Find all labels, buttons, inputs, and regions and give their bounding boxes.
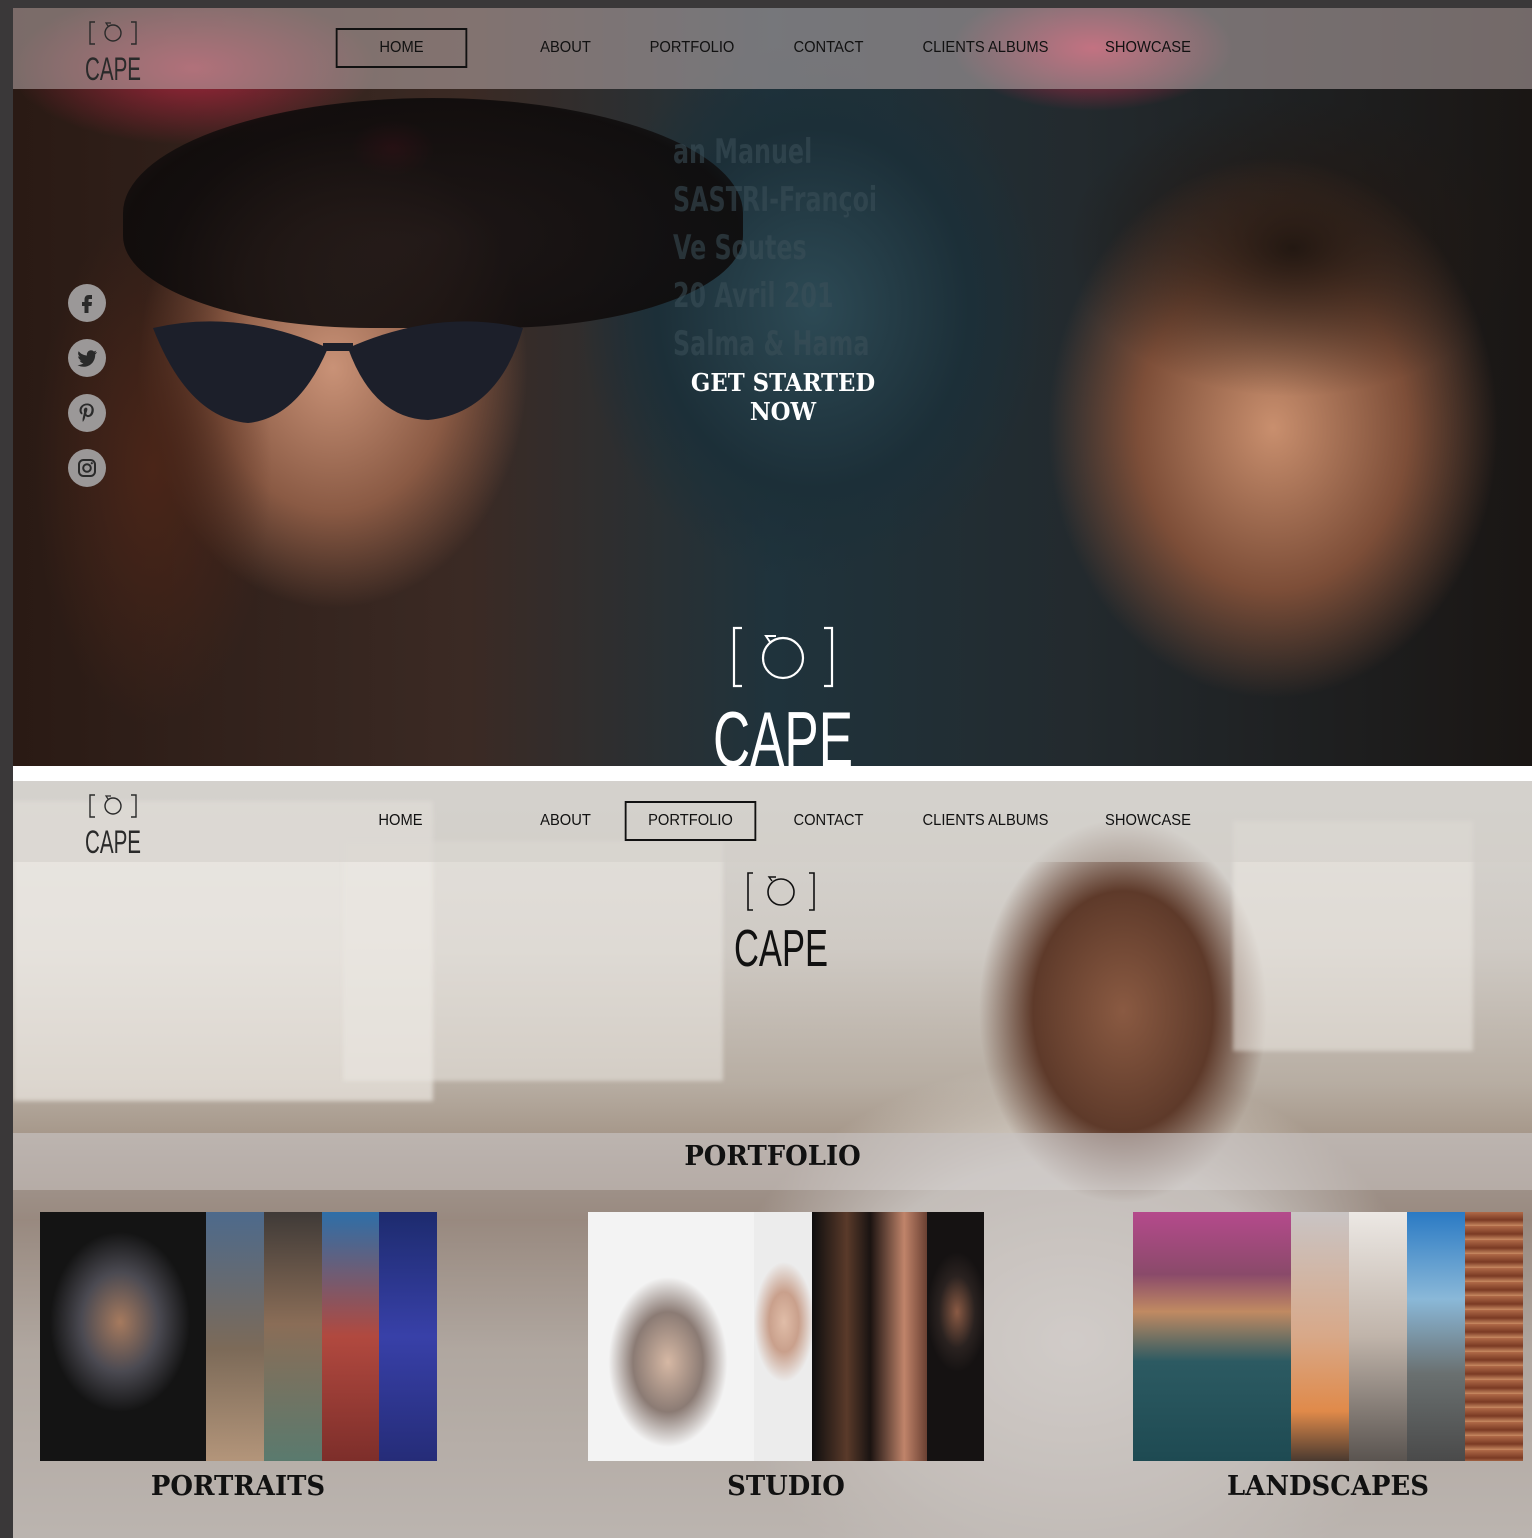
studio-card[interactable] [588,1212,984,1461]
studio-photo [927,1212,984,1461]
pinterest-icon[interactable] [68,394,106,432]
nav-home[interactable]: HOME [366,801,435,841]
nav-showcase[interactable]: SHOWCASE [1102,28,1194,68]
portrait-photo [40,1212,206,1461]
nav-contact[interactable]: CONTACT [785,28,872,68]
get-started-button[interactable]: GET STARTED NOW [660,368,907,426]
nav-portfolio[interactable]: PORTFOLIO [624,801,757,841]
portfolio-section: CAPE HOME ABOUT PORTFOLIO CONTACT CLIENT… [13,781,1532,1538]
studio-photo [870,1212,927,1461]
section-divider [13,766,1532,781]
nav-about[interactable]: ABOUT [526,28,604,68]
svg-text:CAPE: CAPE [734,920,828,968]
svg-text:CAPE: CAPE [713,695,853,766]
facebook-icon[interactable] [68,284,106,322]
top-nav-bar: CAPE HOME ABOUT PORTFOLIO CONTACT CLIENT… [13,8,1532,89]
nav-about[interactable]: ABOUT [526,801,604,841]
portrait-photo [264,1212,322,1461]
hero-photo-detail [1063,98,1523,398]
hero-background-sign: an Manuel SASTRI-Françoi Ve Soutes 20 Av… [673,132,878,364]
instagram-icon[interactable] [68,449,106,487]
hero-photo-hat [123,98,743,328]
nav-showcase[interactable]: SHOWCASE [1102,801,1194,841]
studio-photo [812,1212,870,1461]
portraits-label[interactable]: PORTRAITS [142,1471,334,1502]
landscape-photo [1349,1212,1407,1461]
portfolio-title: PORTFOLIO [684,1141,861,1172]
twitter-icon[interactable] [68,339,106,377]
nav-menu: HOME ABOUT PORTFOLIO CONTACT CLIENTS ALB… [13,781,1532,862]
landscape-photo [1465,1212,1523,1461]
top-nav-bar: CAPE HOME ABOUT PORTFOLIO CONTACT CLIENT… [13,781,1532,862]
landscapes-card[interactable] [1133,1212,1523,1461]
nav-home[interactable]: HOME [335,28,468,68]
hero-logo-icon: CAPE [708,616,858,766]
portfolio-logo-icon: CAPE [731,865,831,978]
hero-section: an Manuel SASTRI-Françoi Ve Soutes 20 Av… [13,8,1532,766]
studio-photo [754,1212,812,1461]
nav-portfolio[interactable]: PORTFOLIO [638,28,747,68]
background-building [343,841,723,1081]
landscapes-label[interactable]: LANDSCAPES [1222,1471,1433,1502]
portrait-photo [322,1212,379,1461]
landscape-photo [1291,1212,1349,1461]
nav-menu: HOME ABOUT PORTFOLIO CONTACT CLIENTS ALB… [13,8,1532,89]
nav-clients-albums[interactable]: CLIENTS ALBUMS [919,28,1052,68]
portrait-photo [379,1212,437,1461]
portraits-card[interactable] [40,1212,437,1461]
studio-photo [588,1212,754,1461]
nav-clients-albums[interactable]: CLIENTS ALBUMS [919,801,1052,841]
hero-photo-sunglasses [153,321,523,423]
portrait-photo [206,1212,264,1461]
nav-contact[interactable]: CONTACT [785,801,872,841]
studio-label[interactable]: STUDIO [690,1471,882,1502]
landscape-photo [1407,1212,1465,1461]
social-links [68,284,108,504]
landscape-photo [1133,1212,1291,1461]
